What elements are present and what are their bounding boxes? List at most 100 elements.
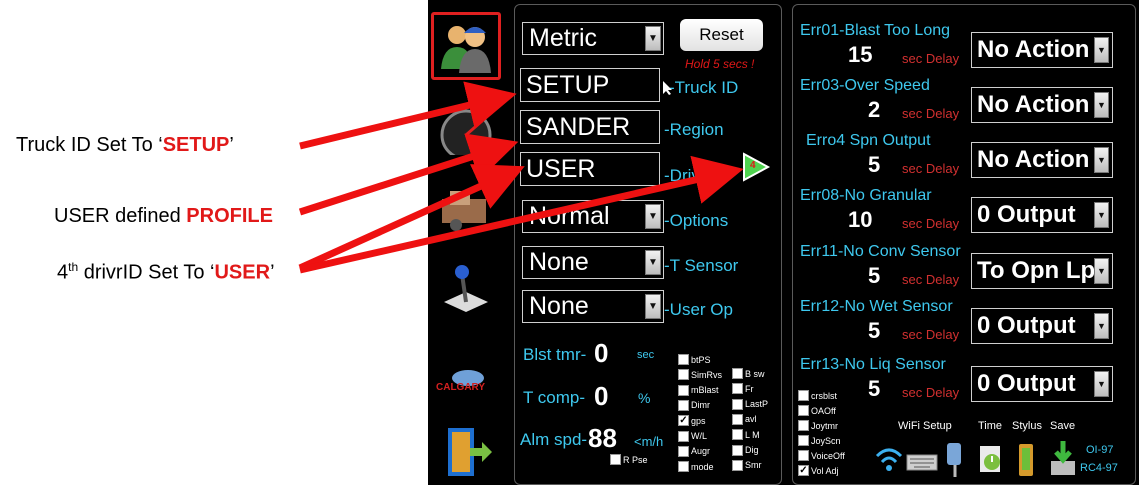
feature-checkbox[interactable]: ✓ gps: [678, 415, 706, 427]
device-screen: CALGARY Metric ▼ Reset Hold 5 secs ! SETU…: [428, 0, 1139, 485]
system-checkbox[interactable]: VoiceOff: [798, 450, 845, 461]
feature-checkbox[interactable]: Dig: [732, 444, 759, 456]
reset-button[interactable]: Reset: [680, 19, 763, 51]
units-select[interactable]: Metric ▼: [522, 22, 664, 55]
checkbox-label: Vol Adj: [811, 465, 839, 476]
error-action-select[interactable]: 0 Output ▼: [971, 366, 1113, 402]
feature-checkbox[interactable]: mode: [678, 461, 714, 473]
t-sensor-label: -T Sensor: [664, 256, 739, 275]
error-delay-unit: sec Delay: [902, 216, 960, 231]
version-oi: OI-97: [1086, 444, 1114, 456]
system-checkbox[interactable]: OAOff: [798, 405, 836, 416]
error-delay-value[interactable]: 5: [868, 318, 880, 344]
error-action-value: 0 Output: [977, 201, 1076, 228]
wifi-icon[interactable]: [874, 440, 904, 480]
wifi-setup-label: WiFi Setup: [898, 420, 952, 432]
calgary-logo-icon[interactable]: CALGARY: [431, 350, 501, 418]
network-tools-icon[interactable]: [940, 438, 970, 480]
checkbox-box: ✓: [678, 415, 689, 427]
version-rc4: RC4-97: [1080, 462, 1118, 474]
save-label: Save: [1050, 420, 1076, 432]
truck-id-field[interactable]: SETUP: [520, 68, 660, 102]
error-delay-value[interactable]: 15: [848, 42, 872, 68]
checkbox-label: avl: [745, 414, 757, 425]
driver-next-button[interactable]: 4: [740, 152, 772, 182]
spreader-icon[interactable]: [431, 176, 501, 244]
keyboard-icon[interactable]: [906, 448, 938, 476]
chevron-down-icon: ▼: [645, 204, 661, 229]
error-title: Erro4 Spn Output: [806, 132, 931, 149]
time-clock-icon[interactable]: [976, 440, 1006, 480]
checkbox-box: [732, 398, 743, 410]
annotation-profile: USER defined PROFILE: [54, 205, 273, 227]
error-action-value: No Action: [977, 91, 1090, 118]
save-download-icon[interactable]: [1046, 438, 1082, 480]
user-op-label: -User Op: [664, 300, 733, 319]
error-delay-unit: sec Delay: [902, 161, 960, 176]
stylus-icon[interactable]: [1014, 440, 1038, 480]
region-field[interactable]: SANDER: [520, 110, 660, 144]
chevron-down-icon: ▼: [645, 250, 661, 275]
t-sensor-select[interactable]: None ▼: [522, 246, 664, 279]
checkbox-label: W/L: [691, 431, 708, 441]
checkbox-label: Smr: [745, 460, 762, 471]
exit-door-icon[interactable]: [431, 418, 501, 486]
alarm-speed-value[interactable]: 88: [588, 423, 617, 454]
system-checkbox[interactable]: ✓ Vol Adj: [798, 465, 839, 476]
driver-index-badge: 4: [750, 160, 756, 171]
feature-checkbox[interactable]: W/L: [678, 430, 708, 442]
error-action-select[interactable]: No Action ▼: [971, 87, 1113, 123]
system-checkbox[interactable]: Joytmr: [798, 420, 838, 431]
feature-checkbox[interactable]: Fr: [732, 383, 754, 395]
error-delay-value[interactable]: 5: [868, 152, 880, 178]
error-delay-unit: sec Delay: [902, 272, 960, 287]
blast-timer-unit: sec: [637, 349, 655, 361]
checkbox-box: [798, 450, 809, 461]
checkbox-box: [798, 405, 809, 416]
feature-checkbox[interactable]: mBlast: [678, 384, 719, 396]
joystick-icon[interactable]: [431, 254, 501, 322]
system-checkbox[interactable]: crsblst: [798, 390, 837, 401]
error-delay-value[interactable]: 5: [868, 263, 880, 289]
feature-checkbox[interactable]: Smr: [732, 459, 762, 471]
blast-timer-value[interactable]: 0: [594, 338, 608, 369]
driver-id-label: -Drivr ID: [664, 166, 728, 185]
error-action-select[interactable]: No Action ▼: [971, 142, 1113, 178]
error-action-value: No Action: [977, 146, 1090, 173]
error-action-value: No Action: [977, 36, 1090, 63]
checkbox-box: [678, 445, 689, 457]
feature-checkbox[interactable]: btPS: [678, 354, 711, 365]
speedometer-icon[interactable]: [431, 96, 501, 164]
error-action-select[interactable]: No Action ▼: [971, 32, 1113, 68]
checkbox-label: mode: [691, 461, 714, 472]
r-pse-checkbox[interactable]: R Pse: [610, 454, 648, 465]
feature-checkbox[interactable]: LastP: [732, 398, 768, 410]
error-delay-value[interactable]: 2: [868, 97, 880, 123]
feature-checkbox[interactable]: B sw: [732, 368, 765, 379]
error-delay-value[interactable]: 5: [868, 376, 880, 402]
error-action-select[interactable]: 0 Output ▼: [971, 308, 1113, 344]
user-op-select[interactable]: None ▼: [522, 290, 664, 323]
error-delay-unit: sec Delay: [902, 327, 960, 342]
chevron-down-icon: ▼: [1094, 147, 1109, 173]
error-action-select[interactable]: To Opn Lp ▼: [971, 253, 1113, 289]
chevron-down-icon: ▼: [1094, 313, 1109, 339]
feature-checkbox[interactable]: Dimr: [678, 399, 710, 411]
options-select[interactable]: Normal ▼: [522, 200, 664, 233]
driver-id-field[interactable]: USER: [520, 152, 660, 186]
profile-users-icon[interactable]: [431, 12, 501, 80]
checkbox-label: Joytmr: [811, 420, 838, 431]
checkbox-box: [798, 420, 809, 431]
error-delay-unit: sec Delay: [902, 106, 960, 121]
error-delay-value[interactable]: 10: [848, 207, 872, 233]
chevron-down-icon: ▼: [645, 294, 661, 319]
feature-checkbox[interactable]: SimRvs: [678, 369, 722, 381]
time-label: Time: [978, 420, 1003, 432]
checkbox-label: VoiceOff: [811, 450, 845, 461]
feature-checkbox[interactable]: Augr: [678, 445, 710, 457]
temp-comp-value[interactable]: 0: [594, 381, 608, 412]
feature-checkbox[interactable]: L M: [732, 429, 760, 441]
feature-checkbox[interactable]: avl: [732, 413, 757, 425]
system-checkbox[interactable]: JoyScn: [798, 435, 841, 446]
error-action-select[interactable]: 0 Output ▼: [971, 197, 1113, 233]
